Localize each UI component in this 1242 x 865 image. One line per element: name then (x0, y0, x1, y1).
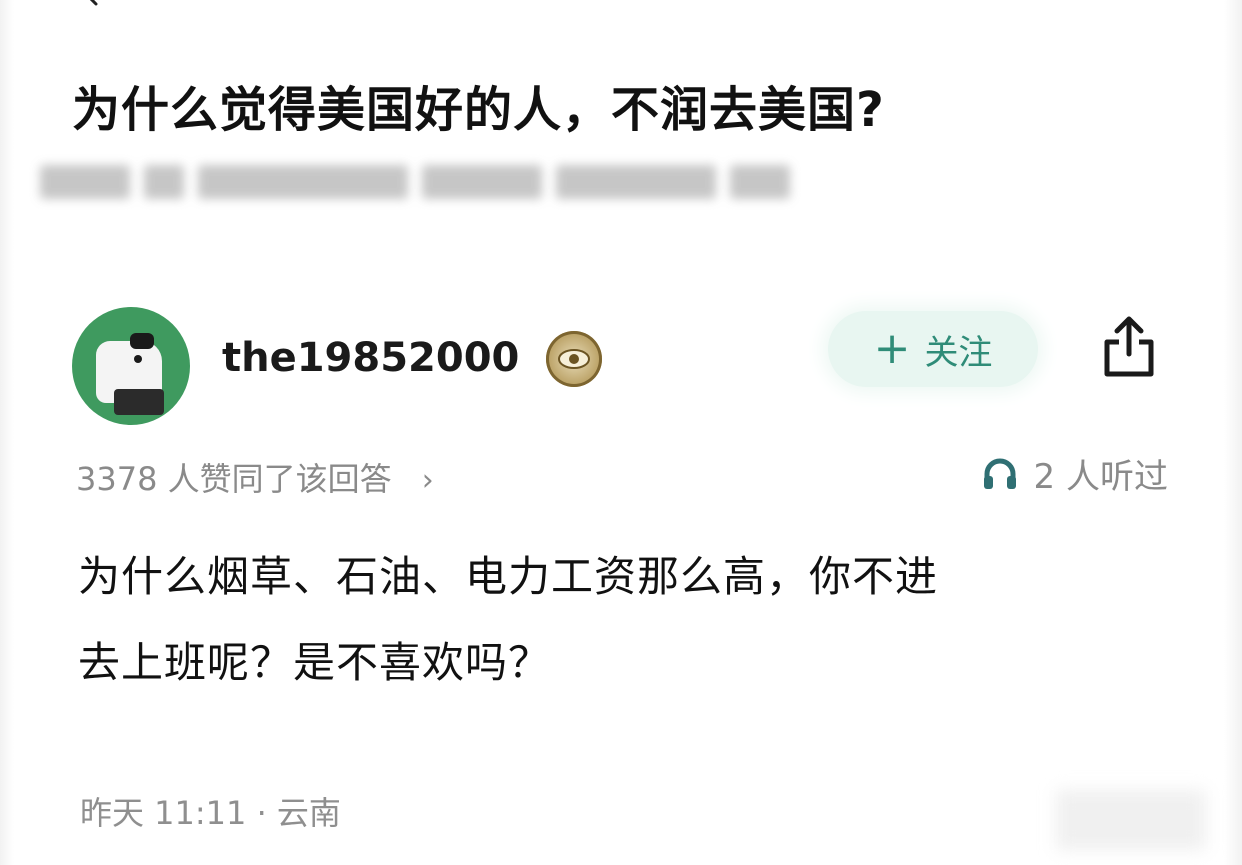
answer-line-1: 为什么烟草、石油、电力工资那么高，你不进 (78, 552, 939, 601)
follow-label: 关注 (924, 332, 993, 373)
back-button[interactable] (72, 0, 112, 10)
answer-page: 为什么觉得美国好的人，不润去美国? the19852000 + 关注 3378 … (0, 0, 1242, 865)
share-icon (1104, 316, 1154, 377)
avatar[interactable] (72, 307, 190, 425)
question-title[interactable]: 为什么觉得美国好的人，不润去美国? (72, 78, 1172, 142)
meta-row: 3378 人赞同了该回答 › 2 人听过 (76, 450, 1168, 502)
plus-icon: + (873, 323, 911, 374)
answer-timestamp-location: 昨天 11:11 · 云南 (80, 794, 341, 832)
follow-button[interactable]: + 关注 (828, 311, 1038, 387)
page-edge-right (1224, 0, 1242, 865)
answer-line-2: 去上班呢？是不喜欢吗？ (78, 638, 552, 687)
share-button[interactable] (1096, 311, 1162, 383)
upvote-count-link[interactable]: 3378 人赞同了该回答 › (76, 454, 434, 500)
answer-body[interactable]: 为什么烟草、石油、电力工资那么高，你不进 去上班呢？是不喜欢吗？ (78, 534, 1178, 706)
blurred-subtitle (40, 150, 800, 214)
headphones-icon (983, 458, 1016, 489)
listen-count[interactable]: 2 人听过 (982, 450, 1168, 497)
blurred-corner-area (1056, 790, 1206, 850)
chevron-right-icon: › (421, 463, 434, 498)
page-edge-left (0, 0, 14, 865)
author-row: the19852000 + 关注 (72, 305, 1172, 425)
listen-count-text: 2 人听过 (1033, 456, 1168, 497)
eye-badge-icon (546, 331, 602, 387)
chevron-left-icon (89, 0, 98, 6)
upvote-count-text: 3378 人赞同了该回答 (76, 460, 392, 498)
author-name[interactable]: the19852000 (222, 331, 519, 385)
